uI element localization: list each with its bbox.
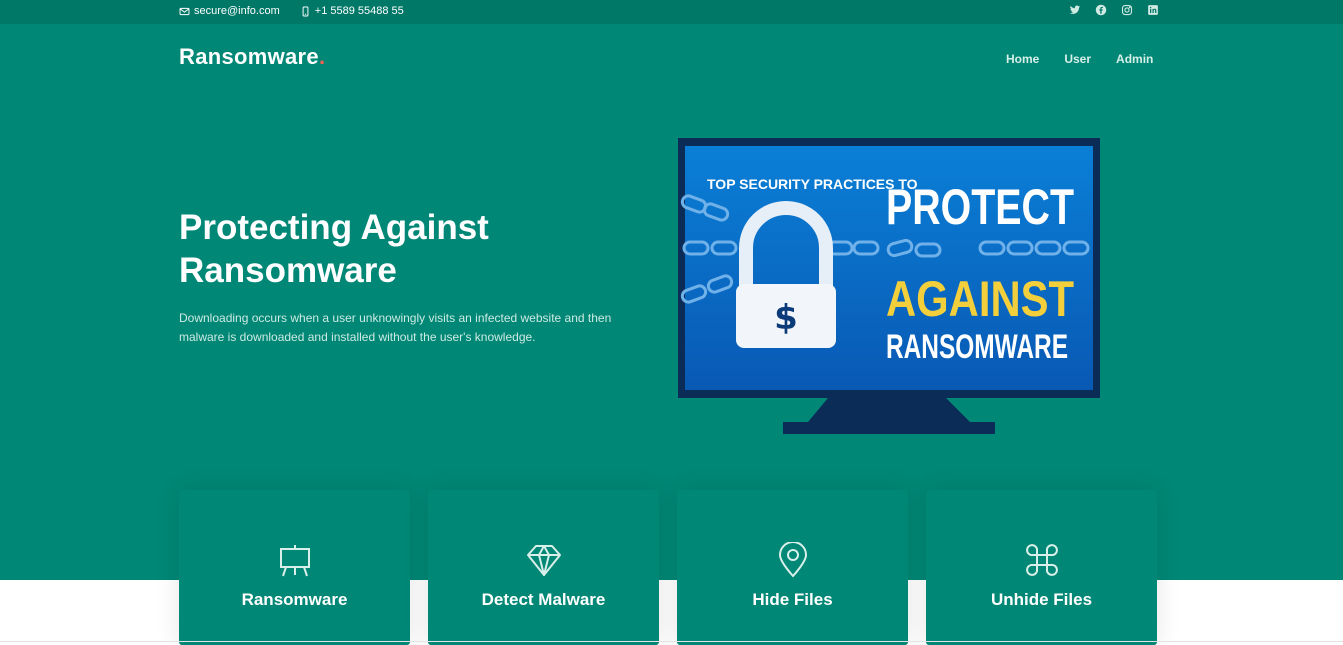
contact-phone[interactable]: +1 5589 55488 55 bbox=[300, 5, 404, 17]
monitor-base bbox=[783, 422, 995, 434]
image-line-2: PROTECT bbox=[886, 179, 1074, 235]
hero-title: Protecting Against Ransomware bbox=[179, 208, 489, 290]
card-label: Hide Files bbox=[752, 590, 833, 609]
map-pin-icon bbox=[775, 541, 811, 578]
main-nav: Home User Admin bbox=[1006, 52, 1153, 66]
twitter-icon[interactable] bbox=[1069, 4, 1081, 16]
envelope-icon bbox=[179, 7, 190, 15]
card-unhide-files[interactable]: Unhide Files bbox=[926, 490, 1157, 645]
brand-dot: . bbox=[318, 44, 326, 69]
feature-cards: Ransomware Detect Malware Hide Files Unh… bbox=[179, 490, 1157, 645]
linkedin-icon[interactable] bbox=[1147, 4, 1159, 16]
card-detect-malware[interactable]: Detect Malware bbox=[428, 490, 659, 645]
nav-admin[interactable]: Admin bbox=[1116, 52, 1153, 66]
monitor-stand bbox=[808, 398, 970, 422]
phone-icon bbox=[302, 6, 309, 16]
contact-info: secure@info.com +1 5589 55488 55 bbox=[179, 5, 404, 17]
contact-email[interactable]: secure@info.com bbox=[179, 5, 280, 17]
dollar-symbol: $ bbox=[774, 298, 798, 338]
card-ransomware[interactable]: Ransomware bbox=[179, 490, 410, 645]
email-text: secure@info.com bbox=[194, 5, 280, 17]
social-links bbox=[1069, 4, 1159, 16]
instagram-icon[interactable] bbox=[1121, 4, 1133, 16]
card-hide-files[interactable]: Hide Files bbox=[677, 490, 908, 645]
nav-home[interactable]: Home bbox=[1006, 52, 1039, 66]
card-label: Ransomware bbox=[241, 590, 348, 609]
diamond-icon bbox=[526, 542, 562, 578]
image-line-3: AGAINST bbox=[886, 271, 1074, 327]
card-label: Unhide Files bbox=[990, 590, 1093, 609]
hero-monitor-image: $ TOP SECURITY PRACTICES TO PROTECT AGAI… bbox=[678, 138, 1100, 434]
phone-text: +1 5589 55488 55 bbox=[314, 5, 404, 17]
facebook-icon[interactable] bbox=[1095, 4, 1107, 16]
card-label: Detect Malware bbox=[481, 590, 606, 609]
easel-icon bbox=[277, 542, 313, 578]
top-bar: secure@info.com +1 5589 55488 55 bbox=[0, 0, 1343, 24]
command-icon bbox=[1024, 542, 1060, 578]
page-divider bbox=[0, 641, 1343, 642]
brand-logo[interactable]: Ransomware. bbox=[179, 44, 325, 70]
hero-description: Downloading occurs when a user unknowing… bbox=[179, 311, 612, 344]
brand-name: Ransomware bbox=[179, 44, 319, 69]
nav-user[interactable]: User bbox=[1064, 52, 1091, 66]
image-line-4: RANSOMWARE bbox=[886, 328, 1068, 366]
